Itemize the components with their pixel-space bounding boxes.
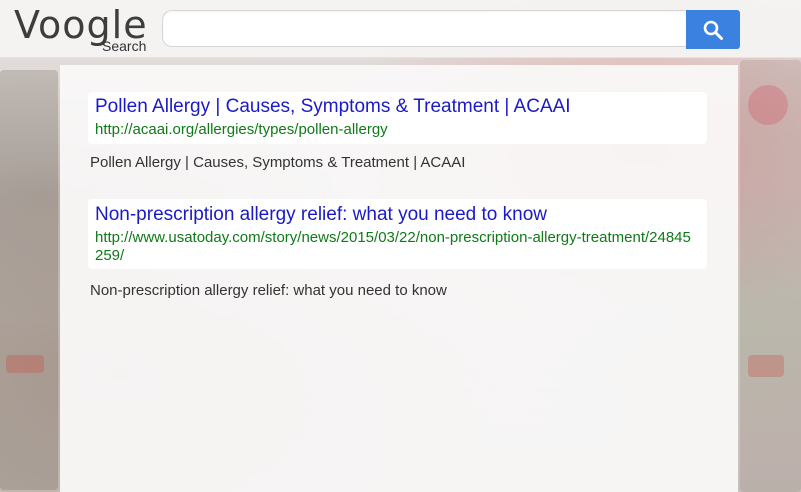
result-url-link[interactable]: http://acaai.org/allergies/types/pollen-…: [95, 121, 695, 139]
result-snippet: Non-prescription allergy relief: what yo…: [90, 282, 447, 299]
logo-subtext: Search: [102, 38, 147, 54]
logo[interactable]: Voogle Search: [14, 3, 154, 55]
background-photo: [6, 355, 44, 373]
search-button[interactable]: [686, 10, 740, 49]
top-bar: Voogle Search: [0, 0, 801, 58]
search-icon: [703, 20, 723, 40]
search-input[interactable]: [162, 10, 686, 47]
result-title-link[interactable]: Non-prescription allergy relief: what yo…: [95, 204, 547, 226]
search-results-page: Voogle Search Pollen Allergy | Causes, S…: [0, 0, 801, 492]
result-card: Pollen Allergy | Causes, Symptoms & Trea…: [88, 92, 707, 144]
background-photo: [748, 85, 788, 125]
result-card: Non-prescription allergy relief: what yo…: [88, 199, 707, 269]
result-title-link[interactable]: Pollen Allergy | Causes, Symptoms & Trea…: [95, 96, 571, 118]
result-url-link[interactable]: http://www.usatoday.com/story/news/2015/…: [95, 229, 695, 265]
background-photo: [748, 355, 784, 377]
background-photo: [0, 70, 58, 490]
result-snippet: Pollen Allergy | Causes, Symptoms & Trea…: [90, 154, 466, 171]
